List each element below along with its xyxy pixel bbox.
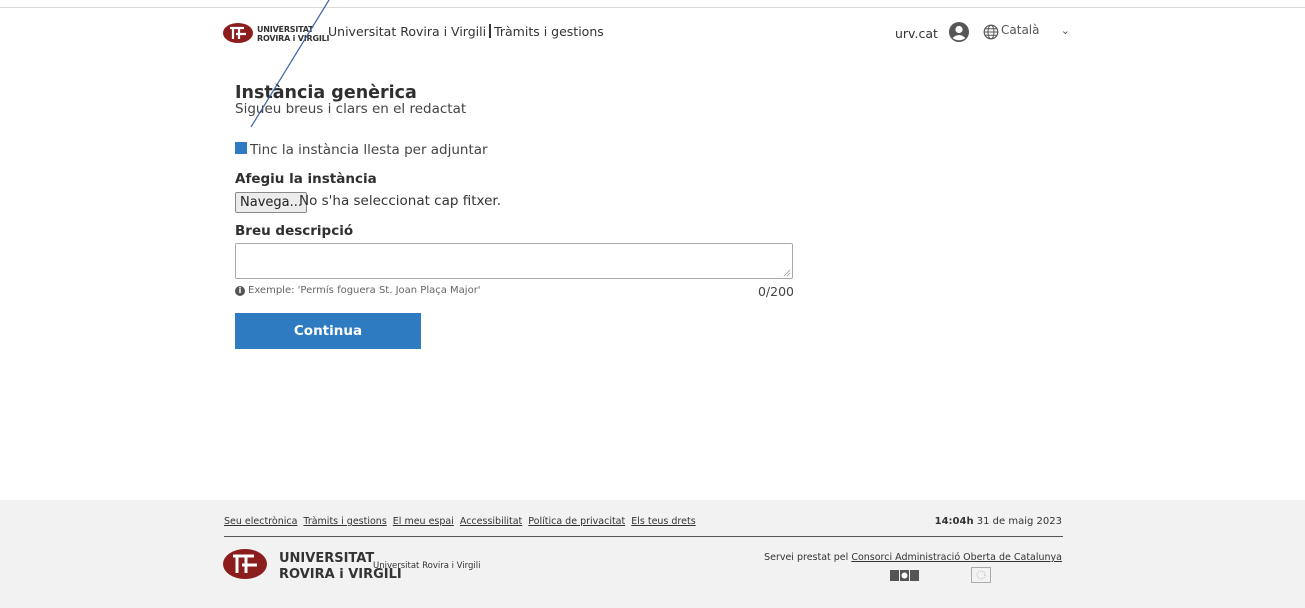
footer-link-privacitat[interactable]: Política de privacitat xyxy=(528,516,625,527)
footer-link-seu[interactable]: Seu electrònica xyxy=(224,516,297,527)
footer-datetime: 14:04h 31 de maig 2023 xyxy=(935,516,1062,527)
aoc-logo xyxy=(890,570,919,581)
footer-service-link[interactable]: Consorci Administració Oberta de Catalun… xyxy=(851,552,1062,563)
footer-logo-subtitle: Universitat Rovira i Virgili xyxy=(373,561,481,571)
footer-link-tramits[interactable]: Tràmits i gestions xyxy=(303,516,386,527)
footer-link-espai[interactable]: El meu espai xyxy=(393,516,454,527)
footer-service: Servei prestat pel Consorci Administraci… xyxy=(764,552,1062,563)
footer-logo-line1: UNIVERSITAT xyxy=(279,551,375,566)
footer-service-prefix: Servei prestat pel xyxy=(764,552,849,563)
footer-divider xyxy=(224,536,1063,537)
footer-link-drets[interactable]: Els teus drets xyxy=(631,516,695,527)
footer-time: 14:04h xyxy=(934,516,974,527)
footer: Seu electrònica Tràmits i gestions El meu … xyxy=(0,500,1305,608)
footer-link-accessibilitat[interactable]: Accessibilitat xyxy=(460,516,522,527)
footer-links: Seu electrònica Tràmits i gestions El meu … xyxy=(224,516,702,527)
eu-flag-icon xyxy=(971,567,991,583)
footer-urv-logo[interactable] xyxy=(222,547,268,581)
footer-date: 31 de maig 2023 xyxy=(976,516,1062,527)
